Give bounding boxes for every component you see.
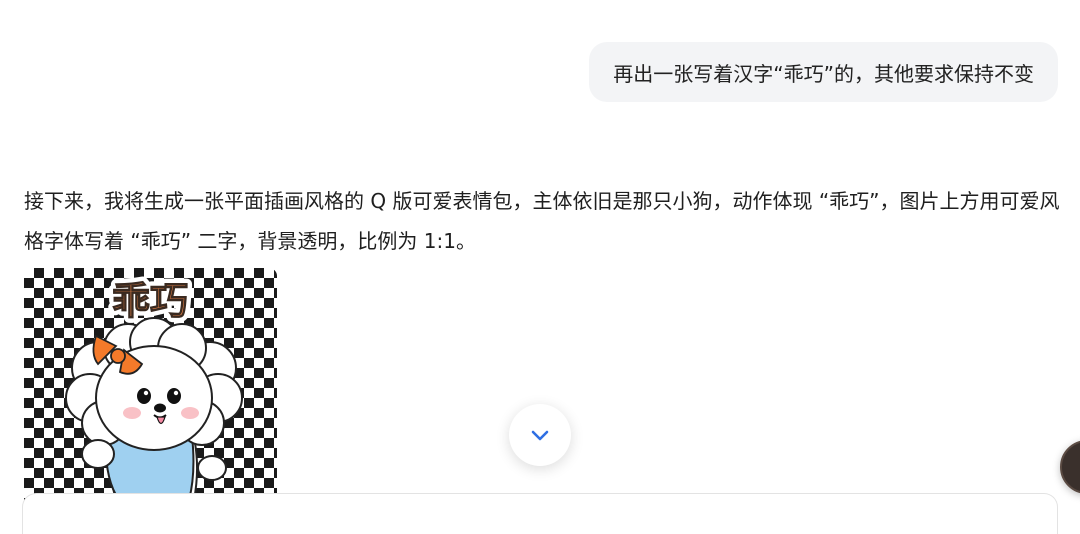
chevron-down-icon [531,430,549,441]
sticker-title-text: 乖巧 [112,279,188,323]
generated-sticker-image[interactable]: 乖巧 乖巧 [24,268,277,500]
user-message-text: 再出一张写着汉字“乖巧”的，其他要求保持不变 [613,61,1034,86]
floating-assistant-avatar[interactable] [1060,440,1080,494]
scroll-to-bottom-button[interactable] [509,404,571,466]
message-input-area[interactable] [22,493,1058,534]
puppy-sticker-illustration: 乖巧 乖巧 [65,274,243,500]
user-message-bubble: 再出一张写着汉字“乖巧”的，其他要求保持不变 [589,42,1058,102]
assistant-reply-text: 接下来，我将生成一张平面插画风格的 Q 版可爱表情包，主体依旧是那只小狗，动作体… [24,189,1060,253]
